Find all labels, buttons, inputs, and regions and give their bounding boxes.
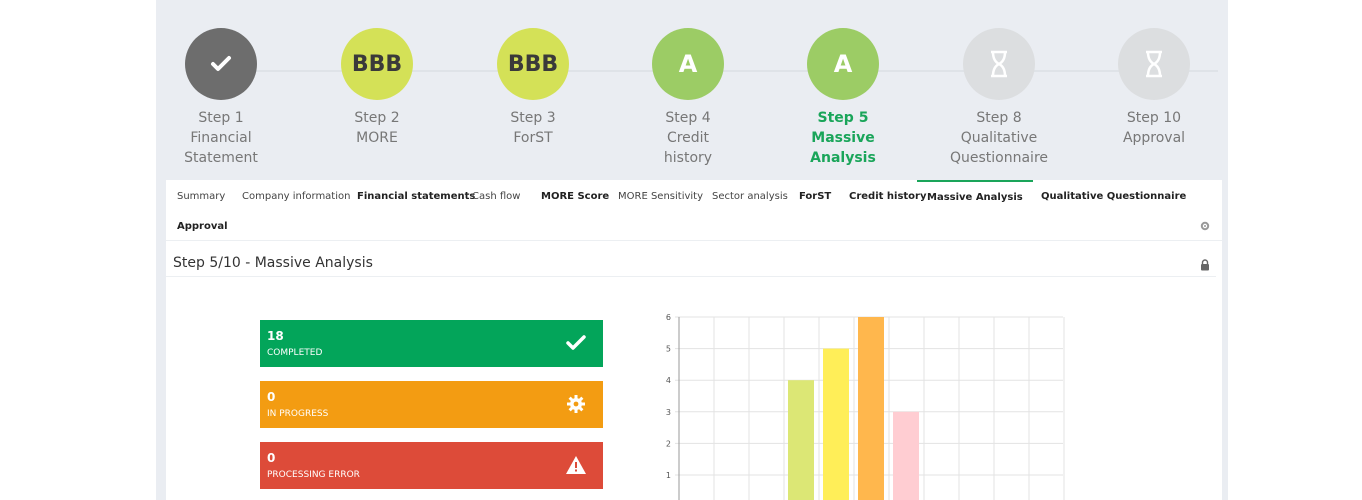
step-7[interactable]: Step 10 Approval [1089,28,1219,168]
tab-company-information[interactable]: Company information [242,180,350,210]
hourglass-icon [963,28,1035,100]
step-label-line: Step 5 [817,110,869,126]
tab-massive-analysis[interactable]: Massive Analysis [917,180,1033,212]
tab-approval[interactable]: Approval [177,210,228,240]
massive-analysis-chart: 1 2 3 4 5 6 [666,313,1065,500]
step-4[interactable]: A Step 4 Credit history [623,28,753,168]
step-label: Step 8 Qualitative Questionnaire [934,108,1064,168]
status-count: 0 [267,390,276,404]
content-panel: Summary Company information Financial stat… [166,180,1222,500]
tab-forst[interactable]: ForST [799,180,831,210]
status-count: 0 [267,451,276,465]
step-2[interactable]: BBB Step 2 MORE [312,28,442,168]
chart-bar [823,348,849,500]
step-rating-badge: A [807,28,879,100]
step-label-line: Step 3 [510,110,556,126]
gear-icon[interactable] [1200,221,1210,231]
step-label-line: Questionnaire [949,150,1049,166]
hourglass-icon [1118,28,1190,100]
chart-y-tick-label: 1 [666,471,671,480]
step-label-line [1089,148,1219,168]
step-label-line: Step 1 [198,110,244,126]
check-icon [565,332,587,354]
status-label: COMPLETED [267,348,323,358]
tab-cash-flow[interactable]: Cash flow [472,180,520,210]
step-label: Step 3 ForST [468,108,598,168]
step-label-line [312,148,442,168]
step-rating-badge: BBB [341,28,413,100]
step-label-line: history [663,150,713,166]
tab-credit-history[interactable]: Credit history [849,180,927,210]
check-icon [185,28,257,100]
status-count: 18 [267,329,284,343]
tab-qualitative-questionnaire[interactable]: Qualitative Questionnaire [1041,180,1186,210]
lock-icon[interactable] [1200,259,1210,271]
tab-summary[interactable]: Summary [177,180,225,210]
chart-y-tick-label: 3 [666,408,671,417]
status-card-completed[interactable]: 18 COMPLETED [260,320,603,367]
chart-bar [893,411,919,500]
step-label-line: Step 4 [665,110,711,126]
step-label-line: Qualitative [960,130,1038,146]
step-label-line: MORE [356,130,398,146]
step-5[interactable]: A Step 5 Massive Analysis [778,28,908,168]
chart-y-tick-label: 2 [666,439,671,448]
status-card-processing-error[interactable]: 0 PROCESSING ERROR [260,442,603,489]
step-rating-badge: A [652,28,724,100]
step-label-line [468,148,598,168]
step-label-line: ForST [513,130,553,146]
tab-more-sensitivity[interactable]: MORE Sensitivity [618,180,703,210]
step-6[interactable]: Step 8 Qualitative Questionnaire [934,28,1064,168]
step-label-line: Statement [184,150,258,166]
step-label-line: Financial [190,130,252,146]
step-label-line: Step 10 [1126,110,1182,126]
step-label-line: Credit [666,130,710,146]
page-background: Step 1 Financial Statement BBB Step 2 MORE BB… [156,0,1228,500]
status-card-in-progress[interactable]: 0 IN PROGRESS [260,381,603,428]
status-label: IN PROGRESS [267,409,329,419]
step-label: Step 5 Massive Analysis [778,108,908,168]
chart-bar [788,380,814,500]
chart-y-tick-label: 5 [666,345,671,354]
chart-bar [858,317,884,500]
gear-icon [565,393,587,415]
step-label-line: Analysis [810,150,876,166]
tab-more-score[interactable]: MORE Score [541,180,609,210]
step-label-line: Approval [1122,130,1186,146]
step-rating-badge: BBB [497,28,569,100]
step-label: Step 10 Approval [1089,108,1219,168]
step-label-line: Massive [811,130,875,146]
step-label: Step 1 Financial Statement [156,108,286,168]
chart-y-tick-label: 4 [666,376,671,385]
step-label-line: Step 2 [354,110,400,126]
status-label: PROCESSING ERROR [267,470,360,480]
tab-financial-statements[interactable]: Financial statements [357,180,475,210]
step-3[interactable]: BBB Step 3 ForST [468,28,598,168]
title-divider [166,276,1216,277]
tab-bar: Summary Company information Financial stat… [166,180,1222,241]
tab-sector-analysis[interactable]: Sector analysis [712,180,788,210]
step-label-line: Step 8 [976,110,1022,126]
step-1[interactable]: Step 1 Financial Statement [156,28,286,168]
chart-y-tick-label: 6 [666,313,671,322]
page-title: Step 5/10 - Massive Analysis [173,255,373,271]
step-label: Step 2 MORE [312,108,442,168]
warning-icon [565,454,587,476]
step-label: Step 4 Credit history [623,108,753,168]
